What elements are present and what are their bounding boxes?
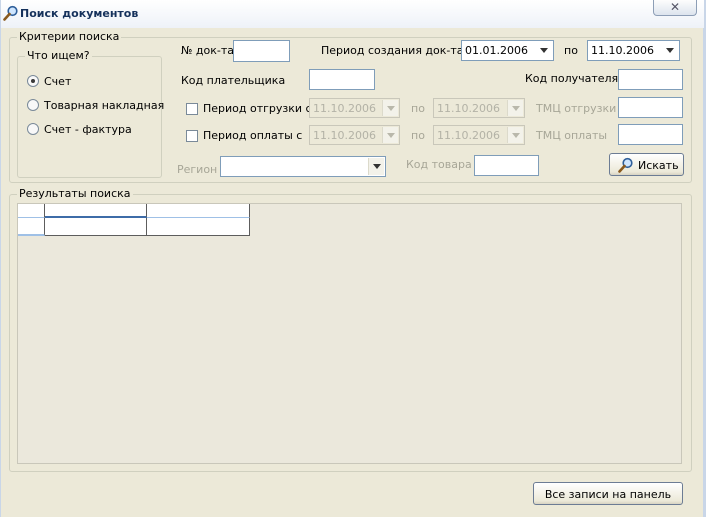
- shipment-label: Период отгрузки с: [203, 102, 312, 115]
- region-label: Регион: [177, 163, 218, 176]
- shipment-from-combo[interactable]: 11.10.2006: [309, 98, 400, 118]
- window-title: Поиск документов: [20, 7, 139, 20]
- recipient-code-label: Код получателя: [525, 72, 619, 85]
- all-records-to-panel-label: Все записи на панель: [544, 488, 672, 501]
- radio-tax-invoice-button[interactable]: [27, 123, 39, 135]
- doc-number-label: № док-та: [181, 44, 235, 57]
- search-button-label: Искать: [638, 159, 679, 172]
- chevron-down-icon[interactable]: [536, 42, 552, 59]
- title-bar: Поиск документов ✕: [1, 0, 704, 28]
- radio-waybill-label: Товарная накладная: [44, 99, 165, 112]
- what-search-group: [17, 56, 162, 178]
- radio-invoice-label: Счет: [44, 75, 72, 88]
- creation-to-combo[interactable]: 11.10.2006: [587, 40, 680, 61]
- tmc-shipment-label: ТМЦ отгрузки: [536, 102, 617, 115]
- results-legend: Результаты поиска: [17, 187, 133, 200]
- chevron-down-icon[interactable]: [382, 100, 398, 116]
- tmc-payment-field[interactable]: [618, 124, 683, 145]
- payment-to-value: 11.10.2006: [437, 129, 500, 142]
- grid-corner-cell: [18, 204, 45, 218]
- payment-to-label: по: [411, 129, 425, 142]
- grid-data-cell[interactable]: [147, 218, 250, 236]
- close-button[interactable]: ✕: [653, 0, 697, 16]
- payment-label: Период оплаты с: [203, 129, 303, 142]
- criteria-legend: Критерии поиска: [17, 30, 122, 43]
- chevron-down-icon[interactable]: [662, 42, 678, 59]
- creation-from-combo[interactable]: 01.01.2006: [461, 40, 554, 61]
- grid-header-cell[interactable]: [45, 204, 147, 218]
- payment-checkbox[interactable]: [186, 130, 198, 142]
- region-combo[interactable]: [220, 156, 386, 177]
- payer-code-label: Код плательщика: [181, 74, 286, 87]
- payment-from-combo[interactable]: 11.10.2006: [309, 125, 400, 145]
- search-button[interactable]: Искать: [609, 153, 684, 176]
- creation-to-value: 11.10.2006: [591, 44, 654, 57]
- shipment-to-value: 11.10.2006: [437, 102, 500, 115]
- creation-to-label: по: [564, 44, 578, 57]
- chevron-down-icon[interactable]: [368, 158, 384, 175]
- shipment-to-combo[interactable]: 11.10.2006: [433, 98, 525, 118]
- search-icon: [618, 157, 633, 173]
- shipment-from-value: 11.10.2006: [313, 102, 376, 115]
- shipment-to-label: по: [411, 102, 425, 115]
- chevron-down-icon[interactable]: [507, 100, 523, 116]
- doc-number-field[interactable]: [233, 40, 290, 62]
- product-code-label: Код товара: [406, 158, 472, 171]
- radio-tax-invoice-label: Счет - фактура: [44, 123, 132, 136]
- chevron-down-icon[interactable]: [507, 127, 523, 143]
- recipient-code-field[interactable]: [618, 69, 683, 90]
- results-grid[interactable]: [17, 203, 682, 464]
- radio-invoice-button[interactable]: [27, 75, 39, 87]
- tmc-payment-label: ТМЦ оплаты: [536, 129, 608, 142]
- tmc-shipment-field[interactable]: [618, 97, 683, 118]
- payment-to-combo[interactable]: 11.10.2006: [433, 125, 525, 145]
- payment-from-value: 11.10.2006: [313, 129, 376, 142]
- radio-waybill-button[interactable]: [27, 99, 39, 111]
- document-search-window: Поиск документов ✕ Критерии поиска Что и…: [0, 0, 706, 517]
- creation-period-label: Период создания док-та с: [321, 44, 474, 57]
- search-icon: [3, 5, 18, 21]
- all-records-to-panel-button[interactable]: Все записи на панель: [533, 482, 683, 505]
- payer-code-field[interactable]: [309, 69, 375, 90]
- product-code-field[interactable]: [474, 155, 539, 176]
- grid-row-indicator[interactable]: [18, 218, 45, 236]
- grid-header-cell[interactable]: [147, 204, 250, 218]
- chevron-down-icon[interactable]: [382, 127, 398, 143]
- shipment-checkbox[interactable]: [186, 103, 198, 115]
- grid-data-cell[interactable]: [45, 218, 147, 236]
- creation-from-value: 01.01.2006: [465, 44, 528, 57]
- what-search-legend: Что ищем?: [25, 49, 92, 62]
